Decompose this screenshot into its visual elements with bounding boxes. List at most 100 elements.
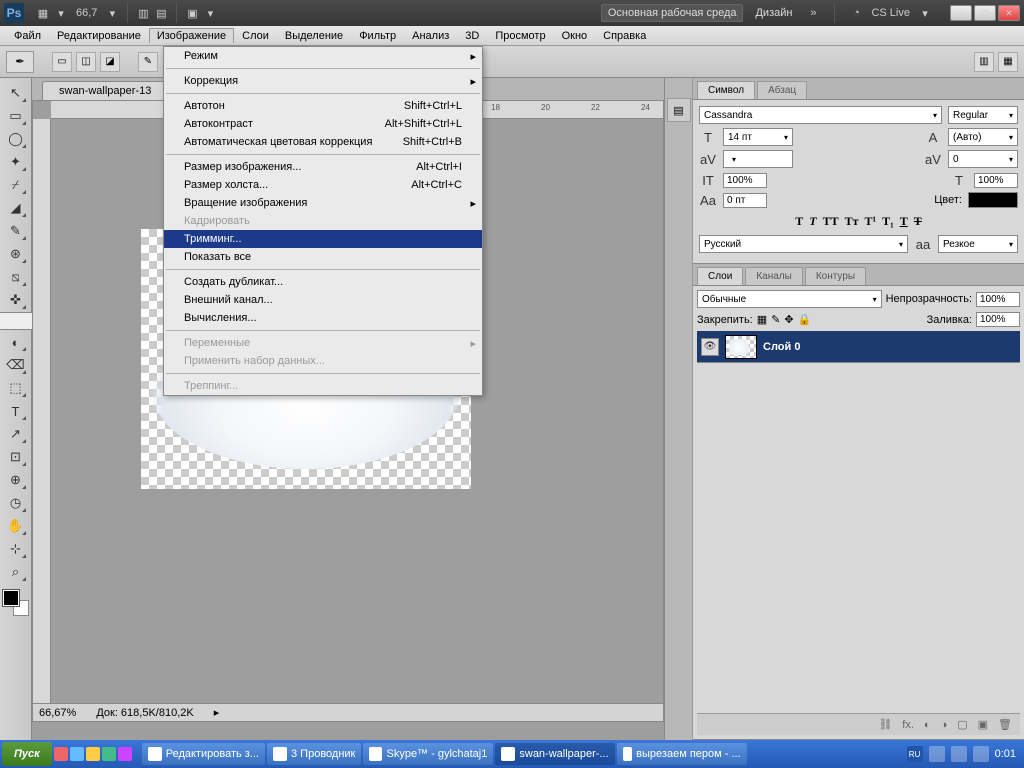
quicklaunch-1[interactable] <box>54 747 68 761</box>
menu-item[interactable]: Режим <box>164 47 482 65</box>
menu-окно[interactable]: Окно <box>554 28 596 44</box>
tab-layers[interactable]: Слои <box>697 267 743 285</box>
hscale-input[interactable] <box>974 173 1018 188</box>
superscript-button[interactable]: T¹ <box>865 214 877 229</box>
workspace-main-button[interactable]: Основная рабочая среда <box>601 4 744 22</box>
tab-symbol[interactable]: Символ <box>697 81 755 99</box>
opt-icon-3[interactable]: ◪ <box>100 52 120 72</box>
quicklaunch-4[interactable] <box>102 747 116 761</box>
vscale-input[interactable] <box>723 173 767 188</box>
lock-paint-icon[interactable]: ✎ <box>771 313 780 326</box>
menu-item[interactable]: Показать все <box>164 248 482 266</box>
menu-просмотр[interactable]: Просмотр <box>487 28 553 44</box>
tool-19[interactable]: ✋ <box>4 515 28 537</box>
tool-13[interactable]: ⬚ <box>4 377 28 399</box>
status-zoom[interactable]: 66,67% <box>39 707 76 719</box>
menu-item[interactable]: Размер холста...Alt+Ctrl+C <box>164 176 482 194</box>
clock[interactable]: 0:01 <box>995 748 1016 760</box>
tool-21[interactable]: ⌕ <box>4 561 28 583</box>
tool-6[interactable]: ✎ <box>4 220 28 242</box>
zoom-dropdown-icon[interactable]: ▾ <box>103 4 121 22</box>
opt-pen-icon[interactable]: ✎ <box>138 52 158 72</box>
tool-16[interactable]: ⊡ <box>4 446 28 468</box>
close-button[interactable]: ✕ <box>998 5 1020 21</box>
menu-item[interactable]: Автоматическая цветовая коррекцияShift+C… <box>164 133 482 151</box>
menu-выделение[interactable]: Выделение <box>277 28 351 44</box>
fx-icon[interactable]: fx. <box>902 719 914 731</box>
bold-button[interactable]: T <box>795 214 803 229</box>
language-select[interactable]: Русский <box>699 235 908 253</box>
tool-4[interactable]: ⌿ <box>4 174 28 196</box>
font-family-select[interactable]: Cassandra <box>699 106 942 124</box>
cslive-icon[interactable]: ◔ <box>847 4 865 22</box>
menu-item[interactable]: Тримминг... <box>164 230 482 248</box>
taskbar-item[interactable]: вырезаем пером - ... <box>617 743 747 765</box>
menu-item[interactable]: Размер изображения...Alt+Ctrl+I <box>164 158 482 176</box>
cslive-label[interactable]: CS Live <box>871 7 910 19</box>
lock-transparent-icon[interactable]: ▦ <box>757 313 767 326</box>
menu-item[interactable]: АвтоконтрастAlt+Shift+Ctrl+L <box>164 115 482 133</box>
tool-14[interactable]: T <box>4 400 28 422</box>
font-style-select[interactable]: Regular <box>948 106 1018 124</box>
foreground-color[interactable] <box>3 590 19 606</box>
menu-анализ[interactable]: Анализ <box>404 28 457 44</box>
menu-справка[interactable]: Справка <box>595 28 654 44</box>
layer-thumbnail[interactable] <box>725 335 757 359</box>
visibility-icon[interactable]: 👁 <box>701 338 719 356</box>
tray-icon-1[interactable] <box>929 746 945 762</box>
workspace-design-button[interactable]: Дизайн <box>749 5 798 21</box>
document-tab[interactable]: swan-wallpaper-13 <box>42 81 168 100</box>
subscript-button[interactable]: T₁ <box>882 214 894 229</box>
folder-icon[interactable]: ▢ <box>957 718 967 731</box>
quicklaunch-5[interactable] <box>118 747 132 761</box>
minimize-button[interactable]: ─ <box>950 5 972 21</box>
lock-move-icon[interactable]: ✥ <box>784 313 793 326</box>
dropdown-icon[interactable]: ▾ <box>52 4 70 22</box>
opt-icon-2[interactable]: ◫ <box>76 52 96 72</box>
tool-11[interactable]: ◐ <box>4 331 28 353</box>
trash-icon[interactable]: 🗑 <box>998 718 1012 731</box>
tool-18[interactable]: ◷ <box>4 492 28 514</box>
antialias-select[interactable]: Резкое <box>938 235 1018 253</box>
opt-arrange-2[interactable]: ▦ <box>998 52 1018 72</box>
tool-1[interactable]: ▭ <box>4 105 28 127</box>
screen-dropdown-icon[interactable]: ▾ <box>201 4 219 22</box>
screen-mode-icon[interactable]: ▣ <box>183 4 201 22</box>
menu-слои[interactable]: Слои <box>234 28 277 44</box>
tray-icon-3[interactable] <box>973 746 989 762</box>
layer-name[interactable]: Слой 0 <box>763 341 800 353</box>
tool-17[interactable]: ⊕ <box>4 469 28 491</box>
menu-item[interactable]: Коррекция <box>164 72 482 90</box>
mask-icon[interactable]: ◐ <box>924 719 931 731</box>
menu-item[interactable]: Вращение изображения <box>164 194 482 212</box>
workspace-more-icon[interactable]: » <box>804 4 822 22</box>
link-icon[interactable]: ⛓ <box>878 718 892 731</box>
menu-изображение[interactable]: Изображение <box>149 28 234 43</box>
blend-mode-select[interactable]: Обычные <box>697 290 882 308</box>
tool-2[interactable]: ◯ <box>4 128 28 150</box>
tray-lang[interactable]: RU <box>907 746 923 762</box>
tool-0[interactable]: ↖ <box>4 82 28 104</box>
opt-arrange-1[interactable]: ▥ <box>974 52 994 72</box>
view-icon-1[interactable]: ▥ <box>134 4 152 22</box>
leading-select[interactable]: (Авто) <box>948 128 1018 146</box>
quicklaunch-3[interactable] <box>86 747 100 761</box>
opacity-input[interactable] <box>976 292 1020 307</box>
tool-7[interactable]: ⊛ <box>4 243 28 265</box>
underline-button[interactable]: T <box>900 214 908 229</box>
tab-channels[interactable]: Каналы <box>745 267 803 285</box>
tab-paths[interactable]: Контуры <box>805 267 866 285</box>
tracking-select[interactable]: 0 <box>948 150 1018 168</box>
new-layer-icon[interactable]: ▣ <box>978 718 988 731</box>
collapsed-panel-icon[interactable]: ▤ <box>667 98 691 122</box>
cslive-dropdown-icon[interactable]: ▾ <box>916 4 934 22</box>
tool-9[interactable]: ✜ <box>4 289 28 311</box>
tray-icon-2[interactable] <box>951 746 967 762</box>
smallcaps-button[interactable]: Tт <box>845 214 859 229</box>
tool-20[interactable]: ⊹ <box>4 538 28 560</box>
tool-3[interactable]: ✦ <box>4 151 28 173</box>
taskbar-item[interactable]: Редактировать з... <box>142 743 265 765</box>
text-color-swatch[interactable] <box>968 192 1018 208</box>
taskbar-item[interactable]: Skype™ - gylchataj1 <box>363 743 493 765</box>
menu-item[interactable]: Создать дубликат... <box>164 273 482 291</box>
